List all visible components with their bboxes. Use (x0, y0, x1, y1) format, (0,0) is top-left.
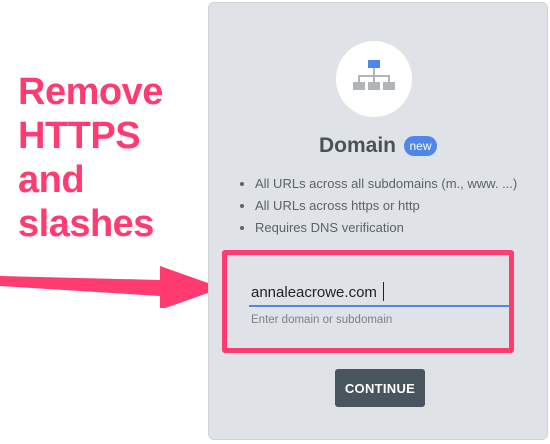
feature-item: All URLs across https or http (255, 195, 550, 217)
annotation-line: HTTPS (18, 115, 141, 157)
arrow-right-icon (0, 266, 222, 308)
annotation-text: Remove HTTPS and slashes (18, 70, 163, 246)
domain-title: Domain (319, 134, 397, 157)
icon-circle (336, 41, 412, 117)
domain-property-card: Domain new All URLs across all subdomain… (208, 2, 548, 440)
feature-item: All URLs across all subdomains (m., www.… (255, 173, 550, 195)
annotation-line: Remove (18, 71, 163, 113)
feature-list: All URLs across all subdomains (m., www.… (229, 173, 550, 239)
feature-item: Requires DNS verification (255, 217, 550, 239)
text-cursor (383, 282, 384, 301)
new-badge: new (404, 136, 437, 156)
continue-button[interactable]: CONTINUE (335, 369, 425, 407)
annotation-line: slashes (18, 203, 154, 245)
annotation-line: and (18, 159, 85, 201)
domain-input[interactable] (249, 281, 509, 307)
sitemap-icon (353, 60, 395, 90)
domain-input-helper: Enter domain or subdomain (251, 314, 393, 326)
